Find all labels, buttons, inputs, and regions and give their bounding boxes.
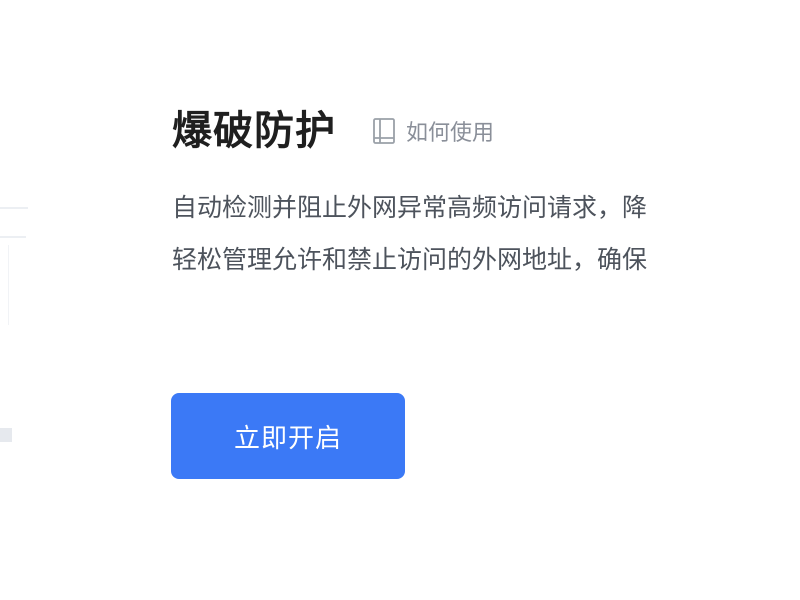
how-to-use-link[interactable]: 如何使用 (372, 115, 494, 147)
illustration-block (0, 428, 12, 442)
book-icon (372, 117, 396, 145)
illustration-line (0, 245, 9, 325)
description-line: 轻松管理允许和禁止访问的外网地址，确保 (172, 245, 648, 274)
illustration-line (0, 236, 26, 238)
page-title: 爆破防护 (172, 108, 336, 154)
page: 爆破防护 如何使用 自动检测并阻止外网异常高频访问请求，降 轻松管理允许和禁止访… (0, 0, 800, 600)
illustration-line (0, 207, 28, 209)
description-line: 自动检测并阻止外网异常高频访问请求，降 (172, 193, 648, 222)
enable-now-button[interactable]: 立即开启 (171, 393, 405, 479)
feature-description: 自动检测并阻止外网异常高频访问请求，降 轻松管理允许和禁止访问的外网地址，确保 (172, 182, 800, 286)
feature-panel: 爆破防护 如何使用 自动检测并阻止外网异常高频访问请求，降 轻松管理允许和禁止访… (172, 92, 800, 286)
title-row: 爆破防护 如何使用 (172, 92, 800, 162)
how-to-use-label: 如何使用 (406, 121, 495, 146)
